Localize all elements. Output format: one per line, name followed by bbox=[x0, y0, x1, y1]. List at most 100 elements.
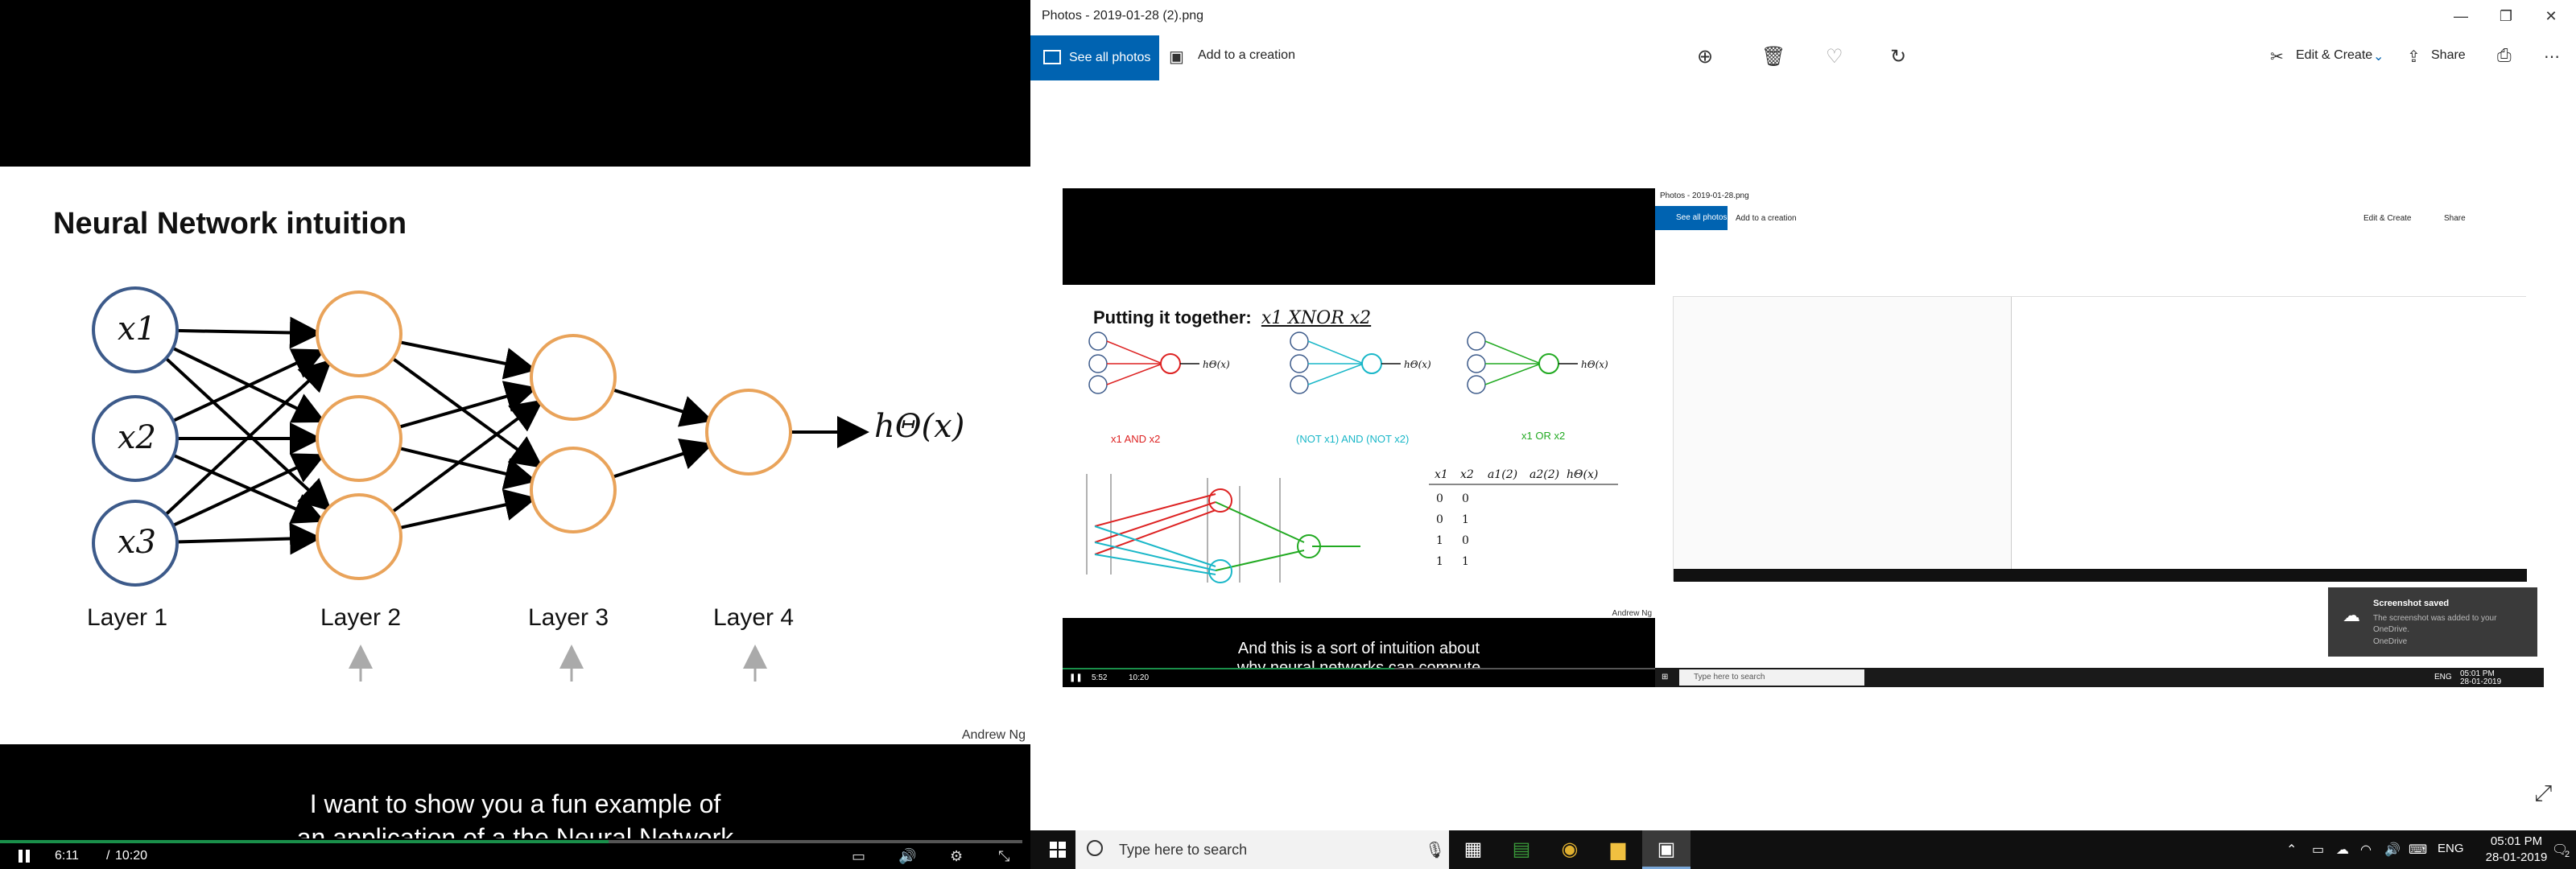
settings-icon[interactable]: ⚙ bbox=[950, 848, 963, 865]
nested-subtitles: And this is a sort of intuition about wh… bbox=[1063, 639, 1655, 669]
volume-icon[interactable]: 🔊 bbox=[898, 848, 916, 865]
start-button[interactable] bbox=[1050, 842, 1066, 858]
hidden-node bbox=[316, 395, 402, 482]
nested-video-player: Putting it together: x1 XNOR x2 hΘ(x) hΘ(… bbox=[1063, 188, 1655, 687]
nested-search-box: Type here to search bbox=[1679, 669, 1864, 686]
favorite-icon[interactable]: ♡ bbox=[1826, 45, 1843, 68]
language-indicator[interactable]: ENG bbox=[2438, 842, 2464, 855]
hidden-node bbox=[530, 447, 617, 533]
nested-pause-icon: ❚❚ bbox=[1069, 673, 1083, 682]
label-or: x1 OR x2 bbox=[1521, 430, 1565, 442]
subtitle-line-1: I want to show you a fun example of bbox=[309, 789, 721, 818]
close-button[interactable]: ✕ bbox=[2531, 5, 2571, 27]
nested-see-all-button: See all photos bbox=[1655, 206, 1728, 230]
see-all-photos-button[interactable]: See all photos bbox=[1030, 35, 1159, 80]
connection-edge bbox=[399, 488, 538, 529]
share-button[interactable]: Share bbox=[2431, 48, 2466, 63]
toast-title: Screenshot saved bbox=[2373, 599, 2450, 608]
nested-start-icon: ⊞ bbox=[1662, 673, 1669, 682]
print-icon[interactable]: ⎙ bbox=[2497, 45, 2512, 66]
nested-taskbar: ⊞ Type here to search ENG 05:01 PM 28-01… bbox=[1655, 668, 2544, 687]
add-to-creation-button[interactable]: Add to a creation bbox=[1198, 48, 1295, 63]
photos-toolbar: See all photos ▣ Add to a creation ⊕ 🗑 ♡… bbox=[1030, 32, 2576, 80]
small-input-node bbox=[1088, 332, 1108, 351]
volume-icon[interactable]: 🔊 bbox=[2384, 842, 2401, 858]
clock[interactable]: 05:01 PM 28-01-2019 bbox=[2484, 834, 2549, 866]
nested-lecture-slide: Putting it together: x1 XNOR x2 hΘ(x) hΘ(… bbox=[1063, 285, 1655, 618]
share-icon[interactable]: ⇪ bbox=[2407, 47, 2421, 67]
search-placeholder: Type here to search bbox=[1119, 842, 1248, 858]
chevron-down-icon[interactable]: ⌄ bbox=[2373, 48, 2384, 64]
input-label: x3 bbox=[118, 524, 156, 561]
onedrive-icon[interactable]: ☁ bbox=[2336, 842, 2349, 858]
window-title: Photos - 2019-01-28 (2).png bbox=[1042, 9, 1204, 23]
table-header: hΘ(x) bbox=[1567, 468, 1598, 481]
task-view-icon[interactable]: ▦ bbox=[1449, 830, 1497, 869]
chrome-icon[interactable]: ◉ bbox=[1546, 830, 1594, 869]
small-edge bbox=[1484, 340, 1542, 364]
small-input-node bbox=[1467, 332, 1486, 351]
keyboard-icon[interactable]: ⌨ bbox=[2409, 842, 2427, 858]
small-output-node bbox=[1160, 353, 1181, 374]
delete-icon[interactable]: 🗑 bbox=[1761, 45, 1785, 68]
see-all-label: See all photos bbox=[1069, 51, 1151, 64]
windows-taskbar: Type here to search 🎙 ▦ ▤ ◉ ▆ ▣ ⌃ ▭ ☁ ◠ … bbox=[1030, 830, 2576, 869]
edit-create-button[interactable]: Edit & Create bbox=[2296, 48, 2372, 63]
table-header: a2(2) bbox=[1530, 468, 1559, 481]
add-to-creation-icon[interactable]: ▣ bbox=[1169, 47, 1184, 67]
rotate-icon[interactable]: ↻ bbox=[1890, 45, 1906, 68]
video-player[interactable]: Neural Network intuition x1 x2 x3 hΘ(x) La… bbox=[0, 0, 1030, 869]
hidden-node bbox=[705, 389, 792, 476]
subtitles: I want to show you a fun example of an a… bbox=[0, 787, 1030, 838]
taskbar-search-box[interactable]: Type here to search 🎙 bbox=[1075, 830, 1449, 869]
screenshot-saved-notification: ☁ Screenshot saved The screenshot was ad… bbox=[2328, 587, 2537, 657]
microphone-icon[interactable]: 🎙 bbox=[1425, 840, 1445, 860]
table-header: x2 bbox=[1460, 468, 1474, 481]
small-output-node bbox=[1361, 353, 1382, 374]
edit-create-icon[interactable]: ✂ bbox=[2270, 47, 2284, 67]
wifi-icon[interactable]: ◠ bbox=[2360, 842, 2372, 858]
table-cell: 0 bbox=[1436, 492, 1443, 505]
connection-edge bbox=[391, 399, 544, 513]
nested-slide-author: Andrew Ng bbox=[1612, 609, 1652, 618]
hidden-node bbox=[530, 334, 617, 421]
battery-icon[interactable]: ▭ bbox=[2312, 842, 2324, 858]
photos-app-window: Photos - 2019-01-28 (2).png — ❐ ✕ See al… bbox=[1030, 0, 2576, 830]
excel-icon[interactable]: ▤ bbox=[1497, 830, 1546, 869]
layer-label: Layer 2 bbox=[320, 604, 401, 631]
small-input-node bbox=[1467, 354, 1486, 373]
progress-bar[interactable] bbox=[0, 840, 1022, 843]
more-icon[interactable]: ⋯ bbox=[2544, 47, 2560, 67]
nested-edit-create: Edit & Create bbox=[2363, 214, 2412, 223]
connection-edge bbox=[399, 340, 537, 380]
small-output-node bbox=[1538, 353, 1559, 374]
expand-icon[interactable]: ⤢ bbox=[2534, 780, 2552, 807]
small-h-label: hΘ(x) bbox=[1404, 359, 1431, 370]
file-explorer-icon[interactable]: ▆ bbox=[1594, 830, 1642, 869]
small-input-node bbox=[1290, 354, 1309, 373]
connection-edge bbox=[176, 522, 323, 555]
show-hidden-icons[interactable]: ⌃ bbox=[2286, 842, 2297, 858]
maximize-button[interactable]: ❐ bbox=[2486, 5, 2526, 27]
nested-share: Share bbox=[2444, 214, 2466, 223]
nested-inner-taskbar bbox=[1674, 569, 2527, 582]
small-edge bbox=[1484, 363, 1542, 385]
video-controls: 6:11 / 10:20 ▭ 🔊 ⚙ ⤡ bbox=[0, 840, 1030, 869]
minimize-button[interactable]: — bbox=[2441, 5, 2481, 27]
captions-icon[interactable]: ▭ bbox=[852, 848, 865, 865]
time-separator: / bbox=[106, 849, 110, 863]
connection-edge bbox=[176, 316, 323, 349]
photos-app-icon[interactable]: ▣ bbox=[1642, 830, 1690, 869]
table-header: a1(2) bbox=[1488, 468, 1517, 481]
label-not-and-not: (NOT x1) AND (NOT x2) bbox=[1296, 433, 1409, 445]
nested-progress-bar bbox=[1063, 668, 1655, 669]
connection-edge bbox=[164, 356, 332, 512]
small-input-node bbox=[1290, 332, 1309, 351]
pause-icon[interactable] bbox=[18, 850, 31, 863]
input-label: x2 bbox=[118, 419, 156, 456]
fullscreen-exit-icon[interactable]: ⤡ bbox=[998, 848, 1009, 865]
nested-progress-fill bbox=[1063, 668, 1395, 669]
hidden-node bbox=[316, 493, 402, 580]
zoom-in-icon[interactable]: ⊕ bbox=[1697, 45, 1713, 68]
connection-edge bbox=[172, 453, 326, 527]
